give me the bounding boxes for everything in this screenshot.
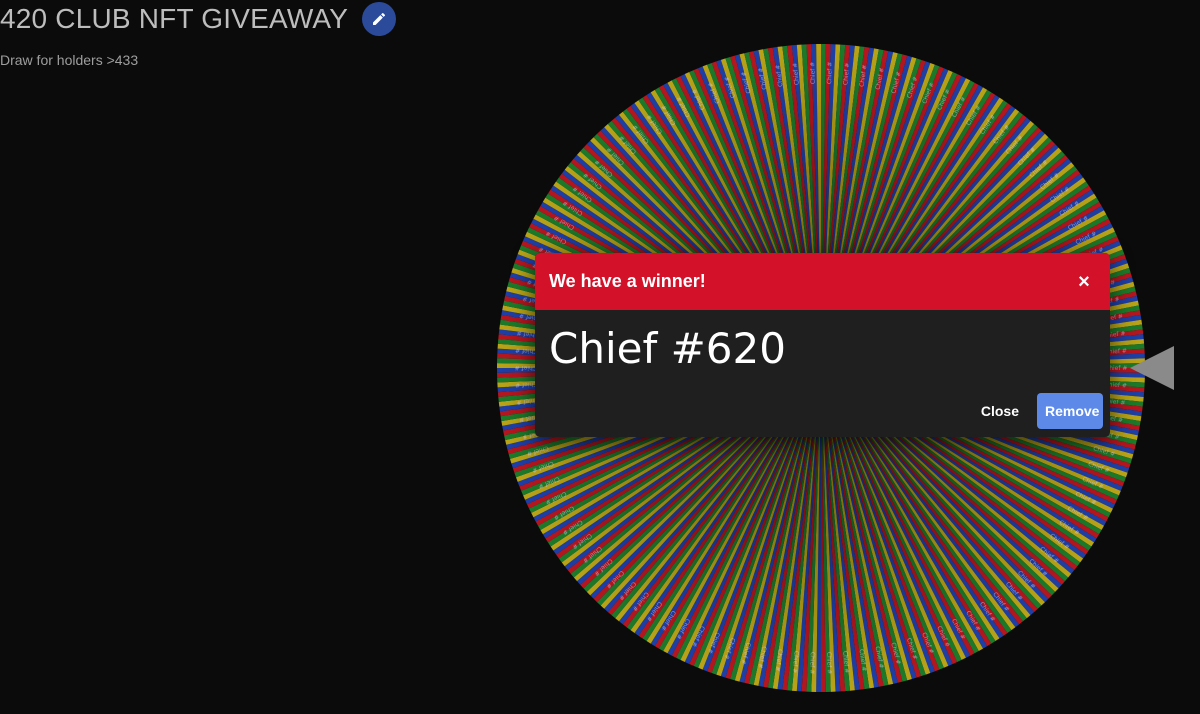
winner-name: Chief #620 xyxy=(549,324,786,373)
wheel-entry-label: Chief # xyxy=(826,62,834,85)
wheel-entry-label: Chief # xyxy=(825,652,833,675)
title-row: 420 CLUB NFT GIVEAWAY xyxy=(0,2,397,36)
close-button[interactable]: Close xyxy=(973,393,1027,429)
dialog-actions: Close Remove xyxy=(973,393,1103,429)
edit-title-button[interactable] xyxy=(362,2,397,36)
wheel-entry-label: Chief # xyxy=(808,652,816,675)
dialog-header: We have a winner! × xyxy=(535,253,1110,310)
pencil-icon xyxy=(373,12,386,25)
wheel-pointer-icon xyxy=(1130,346,1174,390)
wheel-entry-label: Chief # xyxy=(515,364,537,371)
remove-button[interactable]: Remove xyxy=(1037,393,1103,429)
dialog-title: We have a winner! xyxy=(549,271,706,291)
close-icon[interactable]: × xyxy=(1072,272,1096,292)
page-subtitle: Draw for holders >433 xyxy=(0,52,139,68)
page-title: 420 CLUB NFT GIVEAWAY xyxy=(0,3,349,34)
page: 420 CLUB NFT GIVEAWAY Draw for holders >… xyxy=(0,0,1200,714)
wheel-entry-label: Chief # xyxy=(809,62,817,85)
winner-dialog: We have a winner! × Chief #620 Close Rem… xyxy=(535,253,1110,437)
